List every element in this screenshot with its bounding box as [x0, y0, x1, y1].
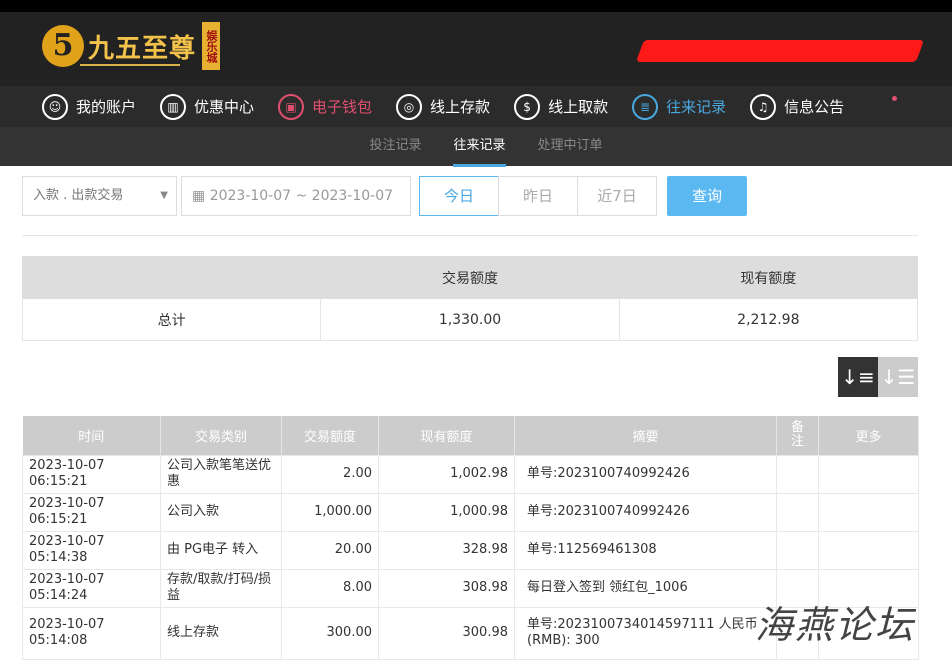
cell-amount: 2.00: [281, 454, 379, 494]
wallet-icon: ▣: [278, 93, 305, 120]
cell-balance: 1,000.98: [378, 492, 515, 532]
tab-transaction-records[interactable]: 往来记录: [453, 127, 506, 167]
summary-balance: 2,212.98: [618, 298, 919, 341]
column-header[interactable]: 摘要: [514, 416, 777, 455]
summary-label: 总计: [21, 298, 322, 341]
cell-summary: 单号:2023100740992426: [514, 492, 777, 532]
cell-amount: 20.00: [281, 530, 379, 570]
cell-time: 2023-10-07 05:14:24: [22, 568, 161, 608]
sort-controls: ↓≡ ↓☰: [838, 357, 918, 397]
filter-bar: 入款 . 出款交易 ▼ ▦ 2023-10-07 ~ 2023-10-07 今日 …: [22, 176, 747, 216]
transaction-type-select[interactable]: 入款 . 出款交易 ▼: [22, 176, 177, 216]
date-range-value: 2023-10-07 ~ 2023-10-07: [209, 188, 394, 204]
nav-label: 线上存款: [430, 98, 491, 116]
user-icon: ☺: [42, 93, 68, 120]
tab-bet-records[interactable]: 投注记录: [369, 127, 421, 166]
last-7-days-button[interactable]: 近7日: [577, 176, 657, 216]
redacted-user-info: [635, 40, 925, 62]
logo-flourish: [80, 64, 180, 66]
cell-time: 2023-10-07 06:15:21: [22, 492, 161, 532]
nav-wallet[interactable]: ▣ 电子钱包: [278, 93, 373, 120]
cell-type: 公司入款笔笔送优惠: [160, 454, 282, 494]
logo-mark: 5: [42, 25, 84, 67]
bell-icon: ♫: [750, 93, 777, 120]
summary-table: 交易额度 现有额度 总计 1,330.00 2,212.98: [21, 256, 919, 341]
sort-ascending-icon[interactable]: ↓☰: [878, 357, 918, 397]
top-strip: [0, 0, 952, 12]
column-header[interactable]: 更多: [818, 416, 919, 455]
table-row: 2023-10-07 05:14:38 由 PG电子 转入 20.00 328.98 单…: [22, 530, 919, 570]
cell-time: 2023-10-07 05:14:38: [22, 530, 161, 570]
nav-label: 我的账户: [76, 98, 137, 116]
nav-deposit[interactable]: ◎ 线上存款: [396, 93, 491, 120]
table-row: 2023-10-07 06:15:21 公司入款笔笔送优惠 2.00 1,002.98…: [22, 454, 919, 494]
column-header[interactable]: 交易额度: [281, 416, 379, 455]
column-header[interactable]: 交易类别: [160, 416, 282, 455]
brand-badge: 娱乐城: [202, 22, 221, 70]
cell-summary: 单号:2023100740992426: [514, 454, 777, 494]
records-icon: ≣: [632, 93, 659, 120]
gift-icon: ▥: [160, 93, 187, 120]
header: 5 九五至尊 娱乐城: [0, 12, 952, 86]
caret-down-icon: ▼: [160, 190, 168, 201]
tab-pending-orders[interactable]: 处理中订单: [538, 127, 603, 166]
withdraw-icon: $: [514, 93, 541, 120]
column-header[interactable]: 备注: [776, 416, 819, 455]
cell-balance: 300.98: [378, 606, 515, 660]
cell-note: [776, 492, 819, 532]
query-button[interactable]: 查询: [667, 176, 747, 216]
nav-announcements[interactable]: ♫ 信息公告: [750, 93, 845, 120]
divider: [22, 235, 918, 236]
sub-nav: 投注记录 往来记录 处理中订单: [0, 127, 952, 167]
column-header[interactable]: 现有额度: [378, 416, 515, 455]
cell-note: [776, 530, 819, 570]
cell-time: 2023-10-07 06:15:21: [22, 454, 161, 494]
cell-more: [818, 492, 919, 532]
summary-header: [21, 256, 322, 299]
cell-type: 由 PG电子 转入: [160, 530, 282, 570]
cell-more: [818, 530, 919, 570]
column-header[interactable]: 时间: [22, 416, 161, 455]
yesterday-button[interactable]: 昨日: [498, 176, 578, 216]
cell-balance: 328.98: [378, 530, 515, 570]
cell-summary: 单号:112569461308: [514, 530, 777, 570]
nav-label: 电子钱包: [312, 98, 373, 116]
cell-more: [818, 454, 919, 494]
cell-type: 公司入款: [160, 492, 282, 532]
cell-balance: 1,002.98: [378, 454, 515, 494]
summary-header: 交易额度: [320, 256, 620, 299]
watermark: 海燕论坛: [755, 603, 916, 647]
cell-type: 存款/取款/打码/损益: [160, 568, 282, 608]
calendar-icon: ▦: [192, 188, 210, 204]
cell-amount: 8.00: [281, 568, 379, 608]
nav-records[interactable]: ≣ 往来记录: [632, 93, 727, 120]
main-nav: ☺ 我的账户 ▥ 优惠中心 ▣ 电子钱包 ◎ 线上存款 $ 线上取款 ≣ 往来记录 ♫ 信息公…: [0, 86, 952, 127]
nav-label: 信息公告: [784, 98, 845, 116]
cell-time: 2023-10-07 05:14:08: [22, 606, 161, 660]
cell-note: [776, 454, 819, 494]
deposit-icon: ◎: [396, 93, 423, 120]
cell-type: 线上存款: [160, 606, 282, 660]
summary-header: 现有额度: [618, 256, 919, 299]
sort-descending-icon[interactable]: ↓≡: [838, 357, 878, 397]
nav-withdraw[interactable]: $ 线上取款: [514, 93, 609, 120]
brand-name: 九五至尊: [88, 33, 197, 64]
summary-amount: 1,330.00: [320, 298, 620, 341]
nav-label: 往来记录: [666, 98, 727, 116]
nav-label: 优惠中心: [194, 98, 255, 116]
cell-summary: 每日登入签到 领红包_1006: [514, 568, 777, 608]
table-row: 2023-10-07 06:15:21 公司入款 1,000.00 1,000.98 单…: [22, 492, 919, 532]
cell-amount: 300.00: [281, 606, 379, 660]
date-range-input[interactable]: ▦ 2023-10-07 ~ 2023-10-07: [181, 176, 411, 216]
logo[interactable]: 5 九五至尊 娱乐城: [42, 22, 221, 70]
select-value: 入款 . 出款交易: [33, 188, 124, 203]
nav-label: 线上取款: [548, 98, 609, 116]
notification-dot: [892, 96, 897, 101]
cell-summary: 单号:2023100734014597111 人民币(RMB): 300: [514, 606, 777, 660]
nav-promotions[interactable]: ▥ 优惠中心: [160, 93, 255, 120]
today-button[interactable]: 今日: [419, 176, 499, 216]
cell-amount: 1,000.00: [281, 492, 379, 532]
cell-balance: 308.98: [378, 568, 515, 608]
nav-my-account[interactable]: ☺ 我的账户: [42, 93, 137, 120]
